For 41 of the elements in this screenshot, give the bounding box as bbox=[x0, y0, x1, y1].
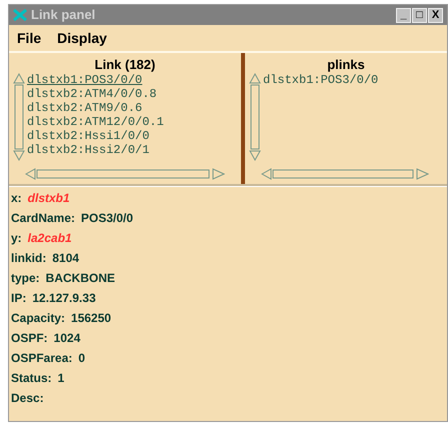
field-value: 156250 bbox=[71, 310, 112, 327]
list-item[interactable]: dlstxb2:Hssi2/0/1 bbox=[27, 143, 164, 157]
window-control-button[interactable]: _ bbox=[396, 8, 411, 22]
field-label: Capacity: bbox=[11, 310, 66, 327]
field-value: 8104 bbox=[52, 250, 80, 267]
field-label: Status: bbox=[11, 370, 52, 387]
window-control-button[interactable]: □ bbox=[412, 8, 427, 22]
field-value: 1 bbox=[58, 370, 64, 387]
list-item[interactable]: dlstxb2:ATM4/0/0.8 bbox=[27, 87, 164, 101]
list-title: plinks bbox=[326, 56, 366, 73]
list-item[interactable]: dlstxb2:ATM12/0/0.1 bbox=[27, 115, 164, 129]
horizontal-scrollbar[interactable] bbox=[25, 168, 225, 180]
field-value: BACKBONE bbox=[46, 270, 116, 287]
field-label: x: bbox=[11, 190, 22, 207]
field-label: CardName: bbox=[11, 210, 76, 227]
vertical-scrollbar[interactable] bbox=[13, 73, 25, 161]
field-value: la2cab1 bbox=[28, 230, 72, 247]
menu-item[interactable]: Display bbox=[57, 28, 107, 48]
field-label: Desc: bbox=[11, 390, 44, 407]
field-label: OSPF: bbox=[11, 330, 48, 347]
field-label: type: bbox=[11, 270, 40, 287]
vertical-scrollbar[interactable] bbox=[249, 73, 261, 161]
list-item[interactable]: dlstxb1:POS3/0/0 bbox=[27, 73, 164, 87]
list-item[interactable]: dlstxb2:ATM9/0.6 bbox=[27, 101, 164, 115]
list-item[interactable]: dlstxb2:Hssi1/0/0 bbox=[27, 129, 164, 143]
menu-item[interactable]: File bbox=[17, 28, 42, 48]
field-label: linkid: bbox=[11, 250, 46, 267]
field-value: POS3/0/0 bbox=[81, 210, 134, 227]
field-label: OSPFarea: bbox=[11, 350, 72, 367]
field-label: y: bbox=[11, 230, 22, 247]
field-label: IP: bbox=[11, 290, 26, 307]
horizontal-scrollbar[interactable] bbox=[261, 168, 429, 180]
field-value: 1024 bbox=[54, 330, 80, 347]
x-logo-icon bbox=[13, 9, 27, 21]
field-value: 0 bbox=[78, 350, 86, 367]
window-title: Link panel bbox=[31, 6, 96, 24]
field-value: dlstxb1 bbox=[28, 190, 70, 207]
field-value: 12.127.9.33 bbox=[32, 290, 96, 307]
list-title: Link (182) bbox=[94, 56, 156, 73]
window-control-button[interactable]: X bbox=[428, 8, 443, 22]
list-item[interactable]: dlstxb1:POS3/0/0 bbox=[263, 73, 378, 87]
